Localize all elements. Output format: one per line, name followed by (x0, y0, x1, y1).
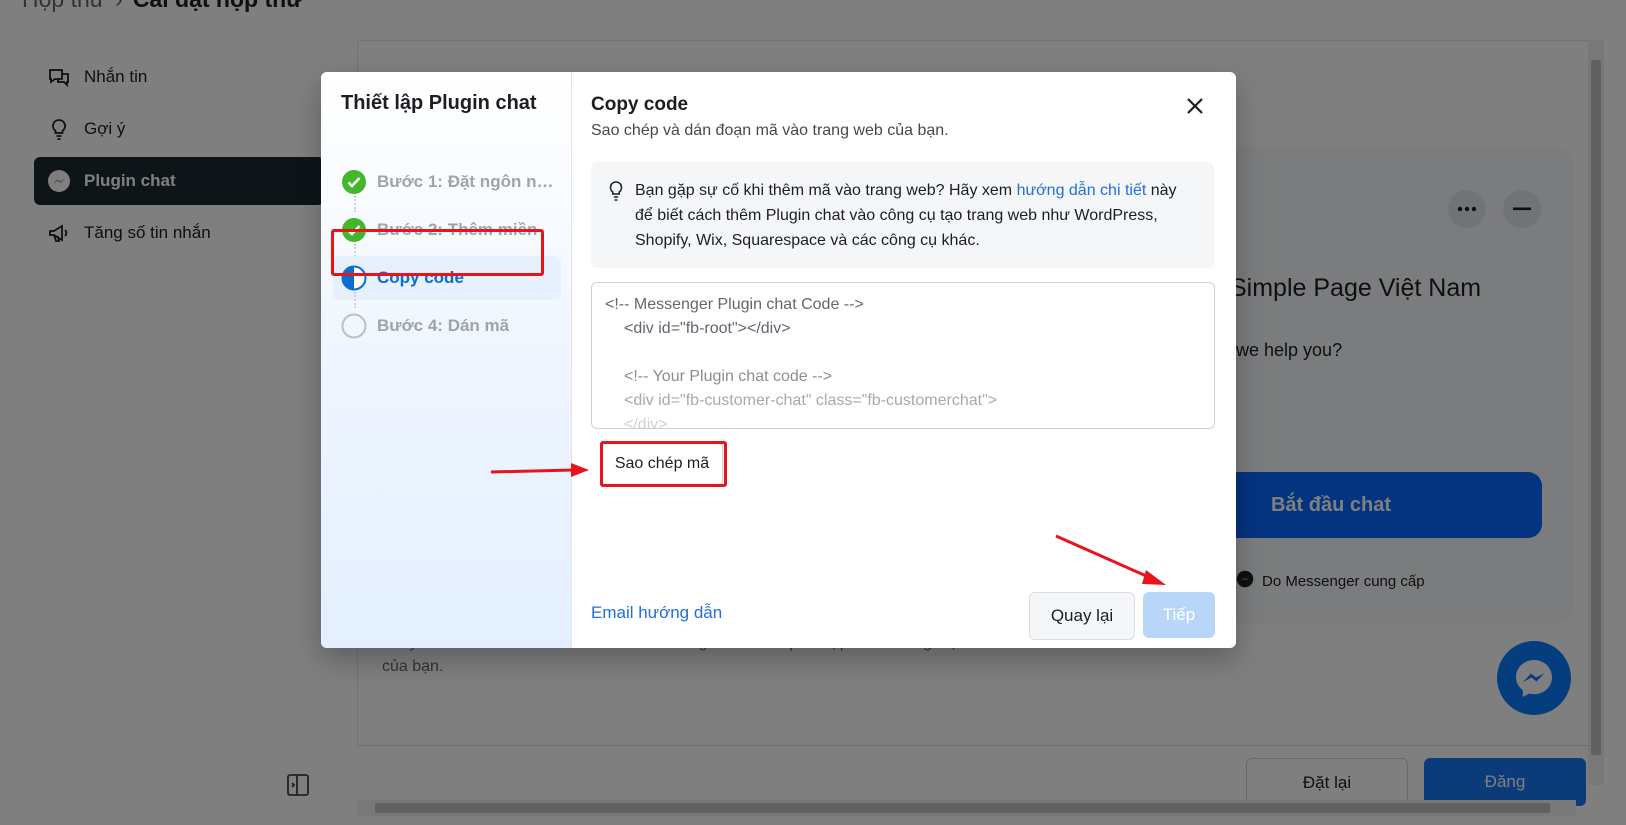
code-line: <!-- Messenger Plugin chat Code --> (605, 296, 864, 313)
help-info-box: Bạn gặp sự cố khi thêm mã vào trang web?… (591, 162, 1214, 268)
annotation-highlight-box (600, 441, 727, 487)
code-line: </div> (624, 416, 668, 429)
dialog-subtitle: Sao chép và dán đoạn mã vào trang web củ… (591, 122, 949, 139)
step-label: Bước 4: Dán mã (377, 316, 510, 335)
step-4[interactable]: Bước 4: Dán mã (333, 304, 561, 348)
code-line: <!-- Your Plugin chat code --> (624, 368, 833, 385)
step-1[interactable]: Bước 1: Đặt ngôn ngữ (333, 160, 561, 204)
code-line: <div id="fb-customer-chat" class="fb-cus… (624, 392, 998, 409)
check-circle-icon (342, 170, 366, 194)
lightbulb-icon (609, 181, 623, 201)
help-info-text: Bạn gặp sự cố khi thêm mã vào trang web?… (635, 182, 1177, 249)
annotation-highlight-box (331, 229, 544, 276)
email-instructions-link[interactable]: Email hướng dẫn (591, 603, 722, 623)
dialog-title: Copy code (591, 94, 689, 115)
setup-title: Thiết lập Plugin chat (341, 92, 537, 114)
code-line: <div id="fb-root"></div> (624, 320, 791, 337)
close-button[interactable] (1179, 90, 1211, 122)
annotation-arrow-icon (490, 463, 589, 477)
next-button[interactable]: Tiếp (1143, 592, 1215, 638)
detailed-guide-link[interactable]: hướng dẫn chi tiết (1017, 182, 1147, 199)
empty-circle-icon (341, 313, 367, 339)
step-label: Bước 1: Đặt ngôn ngữ (377, 172, 557, 191)
code-snippet-box[interactable]: <!-- Messenger Plugin chat Code --> <div… (591, 282, 1215, 429)
setup-steps-sidebar: Thiết lập Plugin chat Bước 1: Đặt ngôn n… (321, 72, 572, 648)
close-icon (1187, 98, 1203, 114)
annotation-arrow-icon (1055, 534, 1166, 585)
back-button[interactable]: Quay lại (1029, 592, 1135, 640)
